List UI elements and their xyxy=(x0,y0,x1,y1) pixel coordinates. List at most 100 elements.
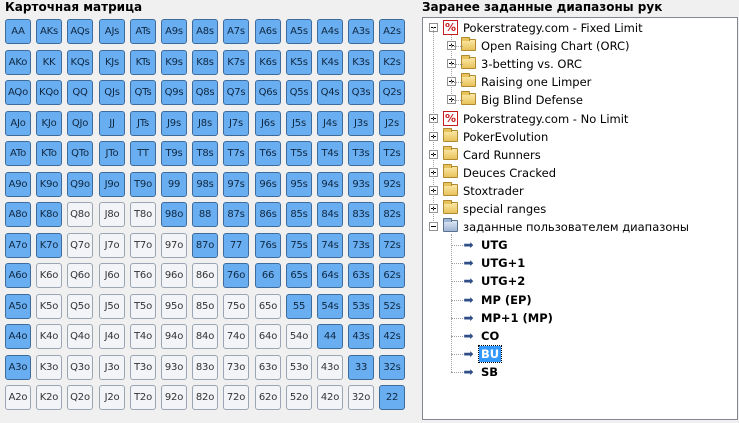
hand-cell[interactable]: 65s xyxy=(286,263,312,288)
hand-cell[interactable]: 75o xyxy=(223,294,249,319)
hand-cell[interactable]: AA xyxy=(5,19,31,44)
tree-item[interactable]: Raising one Limper xyxy=(423,73,737,91)
hand-cell[interactable]: T7s xyxy=(223,141,249,166)
tree-item[interactable]: ➡ CO xyxy=(423,327,737,345)
hand-cell[interactable]: T7o xyxy=(130,233,156,258)
hand-cell[interactable]: 32s xyxy=(379,355,405,380)
tree-item-label[interactable]: MP (EP) xyxy=(479,292,534,308)
tree-item-label[interactable]: Deuces Cracked xyxy=(461,165,558,181)
hand-cell[interactable]: K9o xyxy=(36,172,62,197)
hand-cell[interactable]: 72s xyxy=(379,233,405,258)
hand-cell[interactable]: ATo xyxy=(5,141,31,166)
hand-cell[interactable]: 94s xyxy=(317,172,343,197)
hand-cell[interactable]: J3s xyxy=(348,111,374,136)
tree-item-label[interactable]: special ranges xyxy=(461,201,548,217)
hand-cell[interactable]: A4s xyxy=(317,19,343,44)
hand-cell[interactable]: 94o xyxy=(161,324,187,349)
hand-cell[interactable]: 83s xyxy=(348,202,374,227)
hand-cell[interactable]: A5o xyxy=(5,294,31,319)
tree-item[interactable]: Card Runners xyxy=(423,146,737,164)
hand-cell[interactable]: Q5o xyxy=(67,294,93,319)
hand-cell[interactable]: 96o xyxy=(161,263,187,288)
hand-cell[interactable]: 62s xyxy=(379,263,405,288)
hand-cell[interactable]: 75s xyxy=(286,233,312,258)
hand-cell[interactable]: T6s xyxy=(255,141,281,166)
tree-item[interactable]: Deuces Cracked xyxy=(423,164,737,182)
hand-cell[interactable]: AKo xyxy=(5,50,31,75)
hand-cell[interactable]: AJo xyxy=(5,111,31,136)
hand-cell[interactable]: A4o xyxy=(5,324,31,349)
tree-item[interactable]: Open Raising Chart (ORC) xyxy=(423,37,737,55)
hand-cell[interactable]: QJs xyxy=(99,80,125,105)
hand-cell[interactable]: 73s xyxy=(348,233,374,258)
tree-item[interactable]: special ranges xyxy=(423,200,737,218)
hand-cell[interactable]: 86o xyxy=(192,263,218,288)
hand-cell[interactable]: 65o xyxy=(255,294,281,319)
hand-cell[interactable]: 33 xyxy=(348,355,374,380)
hand-cell[interactable]: J6o xyxy=(99,263,125,288)
tree-item-label[interactable]: UTG+1 xyxy=(479,255,527,271)
hand-cell[interactable]: T4o xyxy=(130,324,156,349)
hand-cell[interactable]: T2o xyxy=(130,385,156,410)
hand-cell[interactable]: A3o xyxy=(5,355,31,380)
hand-cell[interactable]: J2o xyxy=(99,385,125,410)
tree-item[interactable]: % Pokerstrategy.com - No Limit xyxy=(423,110,737,128)
tree-item-label[interactable]: Big Blind Defense xyxy=(479,92,585,108)
hand-cell[interactable]: KTs xyxy=(130,50,156,75)
hand-cell[interactable]: 64s xyxy=(317,263,343,288)
hand-cell[interactable]: T5s xyxy=(286,141,312,166)
tree-item-label[interactable]: Pokerstrategy.com - No Limit xyxy=(461,111,630,127)
hand-cell[interactable]: 73o xyxy=(223,355,249,380)
hand-cell[interactable]: A9o xyxy=(5,172,31,197)
hand-cell[interactable]: KQs xyxy=(67,50,93,75)
tree-item-label[interactable]: заданные пользователем диапазоны xyxy=(461,219,691,235)
hand-cell[interactable]: 52o xyxy=(286,385,312,410)
hand-cell[interactable]: T4s xyxy=(317,141,343,166)
hand-cell[interactable]: 53o xyxy=(286,355,312,380)
collapse-icon[interactable] xyxy=(429,222,438,231)
tree-item-label[interactable]: Raising one Limper xyxy=(479,74,593,90)
hand-cell[interactable]: K3s xyxy=(348,50,374,75)
tree-item-label[interactable]: MP+1 (MP) xyxy=(479,310,555,326)
hand-cell[interactable]: 96s xyxy=(255,172,281,197)
hand-cell[interactable]: J8o xyxy=(99,202,125,227)
hand-cell[interactable]: A9s xyxy=(161,19,187,44)
hand-cell[interactable]: AKs xyxy=(36,19,62,44)
hand-cell[interactable]: A7s xyxy=(223,19,249,44)
hand-cell[interactable]: 52s xyxy=(379,294,405,319)
hand-cell[interactable]: 54o xyxy=(286,324,312,349)
hand-cell[interactable]: K5o xyxy=(36,294,62,319)
hand-cell[interactable]: K8o xyxy=(36,202,62,227)
hand-cell[interactable]: JTo xyxy=(99,141,125,166)
hand-cell[interactable]: Q4s xyxy=(317,80,343,105)
hand-cell[interactable]: 84o xyxy=(192,324,218,349)
hand-cell[interactable]: AJs xyxy=(99,19,125,44)
hand-cell[interactable]: KTo xyxy=(36,141,62,166)
hand-cell[interactable]: J4s xyxy=(317,111,343,136)
tree-item-label[interactable]: BU xyxy=(477,345,503,363)
hand-cell[interactable]: T5o xyxy=(130,294,156,319)
hand-cell[interactable]: Q8o xyxy=(67,202,93,227)
hand-cell[interactable]: K6o xyxy=(36,263,62,288)
hand-cell[interactable]: T9o xyxy=(130,172,156,197)
tree-item[interactable]: ➡ SB xyxy=(423,363,737,381)
hand-cell[interactable]: A8o xyxy=(5,202,31,227)
tree-item-label[interactable]: Stoxtrader xyxy=(461,183,526,199)
hand-cell[interactable]: 97o xyxy=(161,233,187,258)
tree-item-label[interactable]: Open Raising Chart (ORC) xyxy=(479,38,632,54)
tree-item-label[interactable]: Pokerstrategy.com - Fixed Limit xyxy=(461,20,645,36)
hand-cell[interactable]: A6o xyxy=(5,263,31,288)
hand-cell[interactable]: JTs xyxy=(130,111,156,136)
hand-cell[interactable]: QTs xyxy=(130,80,156,105)
tree-item[interactable]: % Pokerstrategy.com - Fixed Limit xyxy=(423,19,737,37)
hand-cell[interactable]: AQs xyxy=(67,19,93,44)
hand-cell[interactable]: T6o xyxy=(130,263,156,288)
hand-cell[interactable]: A7o xyxy=(5,233,31,258)
hand-cell[interactable]: 42o xyxy=(317,385,343,410)
hand-cell[interactable]: 44 xyxy=(317,324,343,349)
tree-item-label[interactable]: SB xyxy=(479,364,500,380)
hand-cell[interactable]: 93o xyxy=(161,355,187,380)
tree-item[interactable]: ➡ UTG+1 xyxy=(423,254,737,272)
tree-item[interactable]: ➡ UTG+2 xyxy=(423,272,737,290)
hand-cell[interactable]: 87o xyxy=(192,233,218,258)
